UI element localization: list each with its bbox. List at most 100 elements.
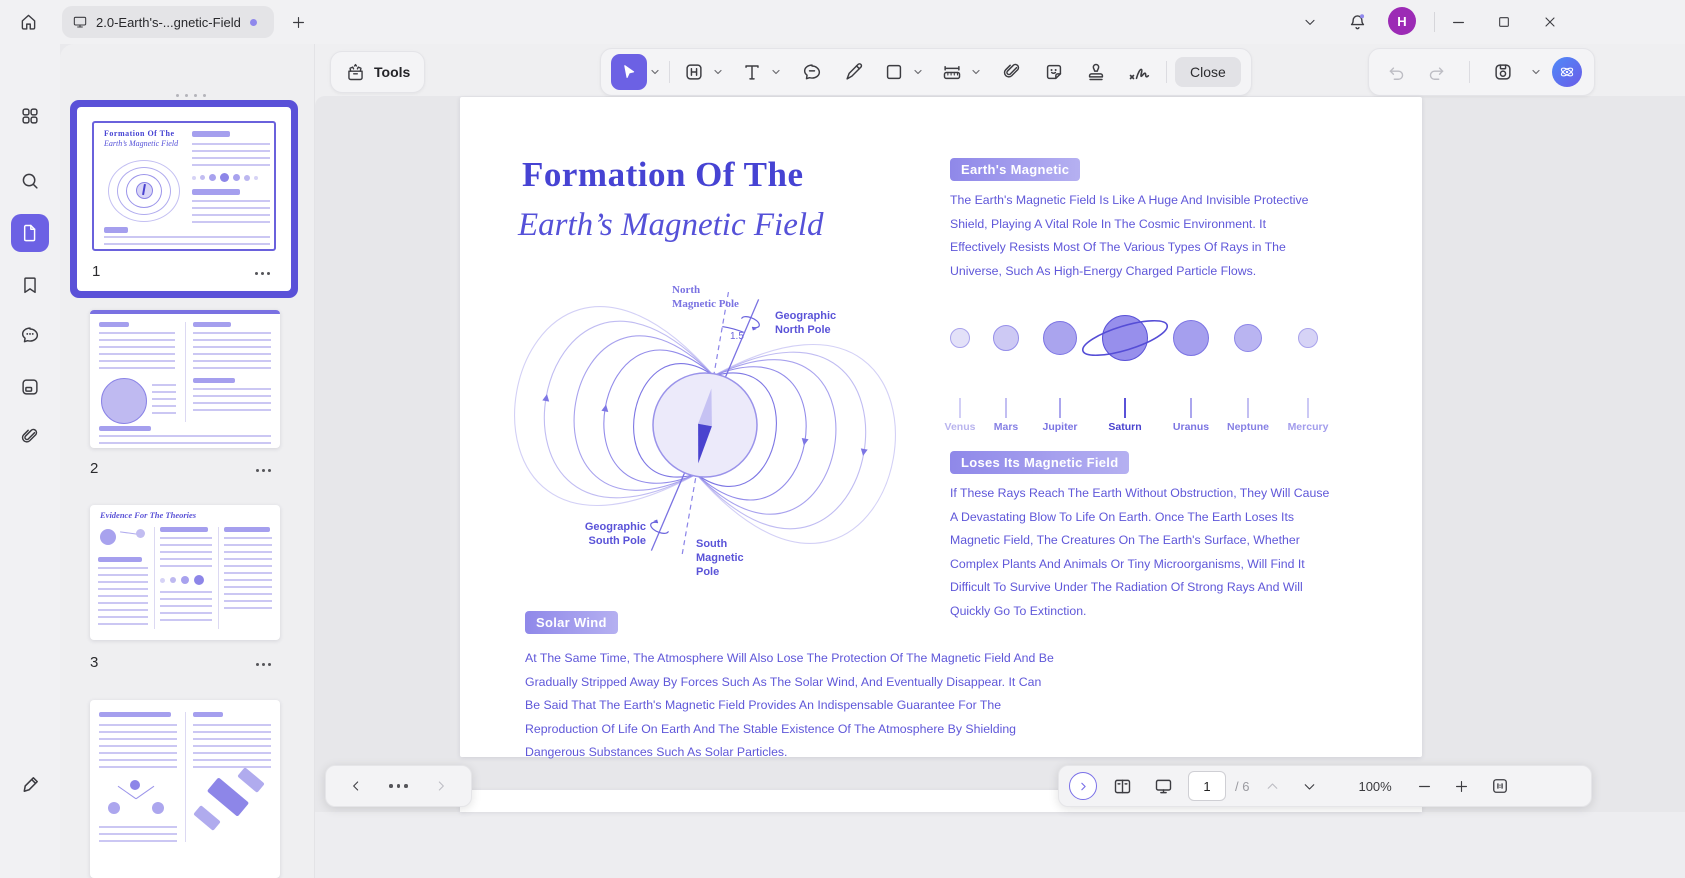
book-view-icon xyxy=(1112,776,1133,797)
section-text-2: If These Rays Reach The Earth Without Ob… xyxy=(950,482,1338,624)
zoom-out-button[interactable] xyxy=(1411,772,1439,800)
measure-tool-button[interactable] xyxy=(936,54,968,90)
pdf-page-1[interactable]: Formation Of The Earth’s Magnetic Field xyxy=(460,97,1422,757)
text-tool-button[interactable] xyxy=(736,54,768,90)
thumbnail-2-preview[interactable] xyxy=(90,310,280,448)
comment-icon xyxy=(801,61,823,83)
maximize-icon xyxy=(1496,14,1512,30)
notifications-button[interactable] xyxy=(1342,7,1372,37)
measure-tool-chevron[interactable] xyxy=(970,66,982,78)
magnetic-field-diagram xyxy=(480,272,930,582)
home-button[interactable] xyxy=(10,3,46,39)
titlebar-chevron-button[interactable] xyxy=(1296,8,1324,36)
page-down-button[interactable] xyxy=(1295,772,1323,800)
page-total: / 6 xyxy=(1235,779,1249,794)
section-badge-3: Solar Wind xyxy=(525,611,618,634)
presentation-button[interactable] xyxy=(1147,770,1179,802)
rail-document-button[interactable] xyxy=(11,368,49,406)
rail-search-button[interactable] xyxy=(11,162,49,200)
cursor-tool-button[interactable] xyxy=(611,54,647,90)
document-tab[interactable]: 2.0-Earth's-...gnetic-Field xyxy=(62,6,274,38)
main-toolbar: Close xyxy=(600,48,1252,96)
close-label: Close xyxy=(1190,64,1226,80)
minimize-button[interactable] xyxy=(1444,8,1472,36)
thumbnails-icon xyxy=(19,222,41,244)
cursor-tool-chevron[interactable] xyxy=(649,66,661,78)
rail-bookmark-button[interactable] xyxy=(11,266,49,304)
tools-button[interactable]: Tools xyxy=(330,51,425,93)
panel-drag-handle[interactable] xyxy=(176,94,206,97)
label-geographic-north-pole: Geographic North Pole xyxy=(775,309,836,337)
sticker-tool-button[interactable] xyxy=(1036,54,1072,90)
attach-tool-button[interactable] xyxy=(994,54,1030,90)
thumbnails-panel: Thumbnails Formation Of The Earth’s Magn… xyxy=(60,44,315,878)
sign-icon xyxy=(19,773,42,796)
maximize-button[interactable] xyxy=(1490,8,1518,36)
zoom-level-button[interactable]: 100% xyxy=(1348,775,1401,798)
avatar[interactable]: H xyxy=(1388,7,1416,35)
page-up-button[interactable] xyxy=(1258,772,1286,800)
rail-grid-button[interactable] xyxy=(11,97,49,135)
section-badge-1: Earth's Magnetic xyxy=(950,158,1080,181)
planet-mars xyxy=(993,325,1019,351)
prev-page-button[interactable] xyxy=(342,772,370,800)
heading-tool-chevron[interactable] xyxy=(712,66,724,78)
thumbnail-1-number: 1 xyxy=(92,263,100,280)
save-button[interactable] xyxy=(1488,54,1518,90)
undo-icon xyxy=(1386,62,1407,83)
tools-label: Tools xyxy=(374,64,410,80)
section-badge-2: Loses Its Magnetic Field xyxy=(950,451,1129,474)
mini-title-1: Formation Of The xyxy=(104,129,175,138)
thumbnail-4-preview[interactable] xyxy=(90,700,280,878)
label-geographic-south-pole: Geographic South Pole xyxy=(556,520,646,548)
workspace: Tools xyxy=(315,44,1685,878)
tab-title: 2.0-Earth's-...gnetic-Field xyxy=(96,15,241,30)
rail-thumbnails-button[interactable] xyxy=(11,214,49,252)
undo-button[interactable] xyxy=(1381,54,1411,90)
right-toolbar xyxy=(1368,48,1595,96)
text-tool-chevron[interactable] xyxy=(770,66,782,78)
shape-tool-button[interactable] xyxy=(878,54,910,90)
thumbnail-2-menu[interactable] xyxy=(256,469,271,472)
grid-icon xyxy=(19,105,41,127)
nav-more-button[interactable] xyxy=(389,784,408,788)
close-window-button[interactable] xyxy=(1536,8,1564,36)
page-number-input[interactable] xyxy=(1188,771,1226,801)
redo-button[interactable] xyxy=(1421,54,1451,90)
close-window-icon xyxy=(1542,14,1558,30)
thumbnail-3-number: 3 xyxy=(90,654,98,671)
thumbnail-1-selected[interactable]: Formation Of The Earth’s Magnetic Field xyxy=(70,100,298,298)
viewport-bottom-strip xyxy=(315,812,1685,878)
pen-tool-button[interactable] xyxy=(836,54,872,90)
actual-size-button[interactable] xyxy=(1485,771,1515,801)
thumbnail-3-preview[interactable]: Evidence For The Theories xyxy=(90,505,280,640)
new-tab-button[interactable] xyxy=(283,7,313,37)
rail-comment-button[interactable] xyxy=(11,316,49,354)
zoom-in-button[interactable] xyxy=(1448,772,1476,800)
rail-attachment-button[interactable] xyxy=(11,418,49,456)
bookmark-icon xyxy=(19,274,41,296)
thumbnail-3-menu[interactable] xyxy=(256,663,271,666)
close-button[interactable]: Close xyxy=(1175,57,1241,87)
heading-tool-button[interactable] xyxy=(678,54,710,90)
ai-assistant-icon xyxy=(1557,62,1577,82)
comment-tool-button[interactable] xyxy=(794,54,830,90)
stamp-tool-button[interactable] xyxy=(1078,54,1114,90)
save-icon xyxy=(1492,61,1514,83)
divider xyxy=(1166,61,1167,83)
ai-assistant-button[interactable] xyxy=(1552,57,1582,87)
document-icon xyxy=(19,376,41,398)
thumbnail-2-number: 2 xyxy=(90,460,98,477)
book-view-button[interactable] xyxy=(1106,770,1138,802)
next-page-button[interactable] xyxy=(427,772,455,800)
sticker-icon xyxy=(1043,61,1065,83)
label-north-magnetic-pole: North Magnetic Pole xyxy=(672,283,739,311)
signature-tool-button[interactable] xyxy=(1120,54,1158,90)
collapse-bar-button[interactable] xyxy=(1069,772,1097,800)
save-chevron[interactable] xyxy=(1530,66,1542,78)
rail-sign-button[interactable] xyxy=(11,765,49,803)
thumbnail-1-menu[interactable] xyxy=(255,272,270,275)
stamp-icon xyxy=(1085,61,1107,83)
shape-tool-chevron[interactable] xyxy=(912,66,924,78)
heading-icon xyxy=(683,61,705,83)
